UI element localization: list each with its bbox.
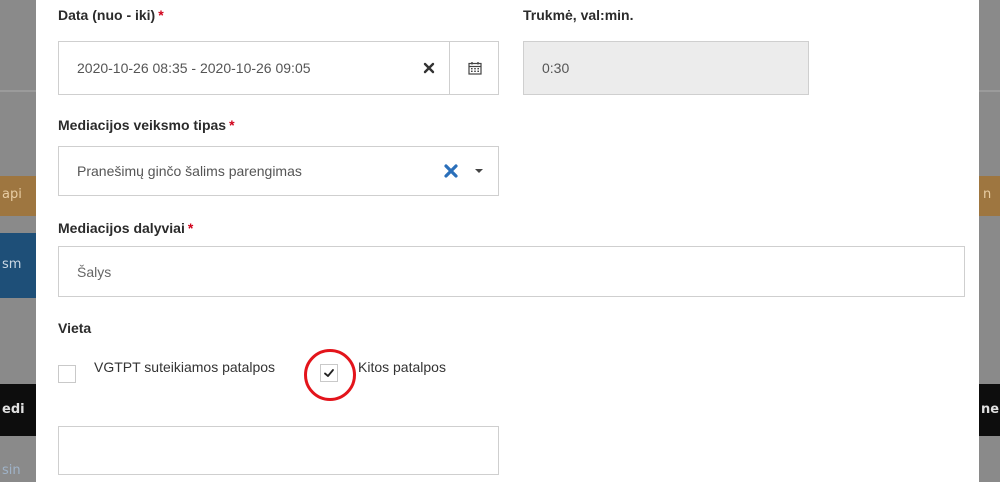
background-banner: api xyxy=(0,176,36,216)
background-text: edi xyxy=(2,402,25,417)
background-text: sm xyxy=(2,257,22,272)
highlight-circle-annotation xyxy=(304,349,356,401)
clear-selection-icon[interactable] xyxy=(439,147,463,195)
participants-label: Mediacijos dalyviai * xyxy=(58,220,193,236)
required-marker: * xyxy=(187,220,194,236)
date-range-label: Data (nuo - iki) * xyxy=(58,7,164,23)
background-text: ne xyxy=(981,402,1000,417)
background-divider xyxy=(0,90,36,92)
background-text: n xyxy=(983,187,992,202)
premises-provided-checkbox[interactable] xyxy=(58,365,76,383)
date-range-value: 2020-10-26 08:35 - 2020-10-26 09:05 xyxy=(77,60,311,76)
action-type-label-text: Mediacijos veiksmo tipas xyxy=(58,117,227,133)
duration-value: 0:30 xyxy=(542,60,570,76)
duration-label: Trukmė, val:min. xyxy=(523,7,634,23)
background-text: api xyxy=(2,187,22,202)
background-header: ne xyxy=(979,384,1000,436)
participants-input[interactable]: Šalys xyxy=(58,246,965,297)
location-label: Vieta xyxy=(58,320,92,336)
required-marker: * xyxy=(158,7,164,23)
background-text: sin xyxy=(2,463,21,478)
background-banner: n xyxy=(979,176,1000,216)
duration-field: 0:30 xyxy=(523,41,809,95)
action-type-select[interactable]: Pranešimų ginčo šalims parengimas xyxy=(58,146,499,196)
required-marker: * xyxy=(229,117,235,133)
action-type-label: Mediacijos veiksmo tipas * xyxy=(58,117,235,133)
participants-placeholder: Šalys xyxy=(77,263,112,280)
participants-label-text: Mediacijos dalyviai xyxy=(58,220,185,236)
date-range-label-text: Data (nuo - iki) xyxy=(58,7,156,23)
other-premises-input[interactable] xyxy=(58,426,499,475)
background-divider xyxy=(979,90,1000,92)
calendar-icon[interactable] xyxy=(449,42,499,94)
premises-provided-label[interactable]: VGTPT suteikiamos patalpos xyxy=(94,359,275,375)
date-range-input[interactable]: 2020-10-26 08:35 - 2020-10-26 09:05 xyxy=(58,41,499,95)
background-button: sm xyxy=(0,233,36,298)
background-header: edi xyxy=(0,384,36,436)
close-icon[interactable] xyxy=(409,42,449,94)
action-type-value: Pranešimų ginčo šalims parengimas xyxy=(77,163,302,179)
chevron-down-icon[interactable] xyxy=(467,147,491,195)
other-premises-label[interactable]: Kitos patalpos xyxy=(358,359,446,375)
modal-dialog: Data (nuo - iki) * 2020-10-26 08:35 - 202… xyxy=(36,0,979,482)
